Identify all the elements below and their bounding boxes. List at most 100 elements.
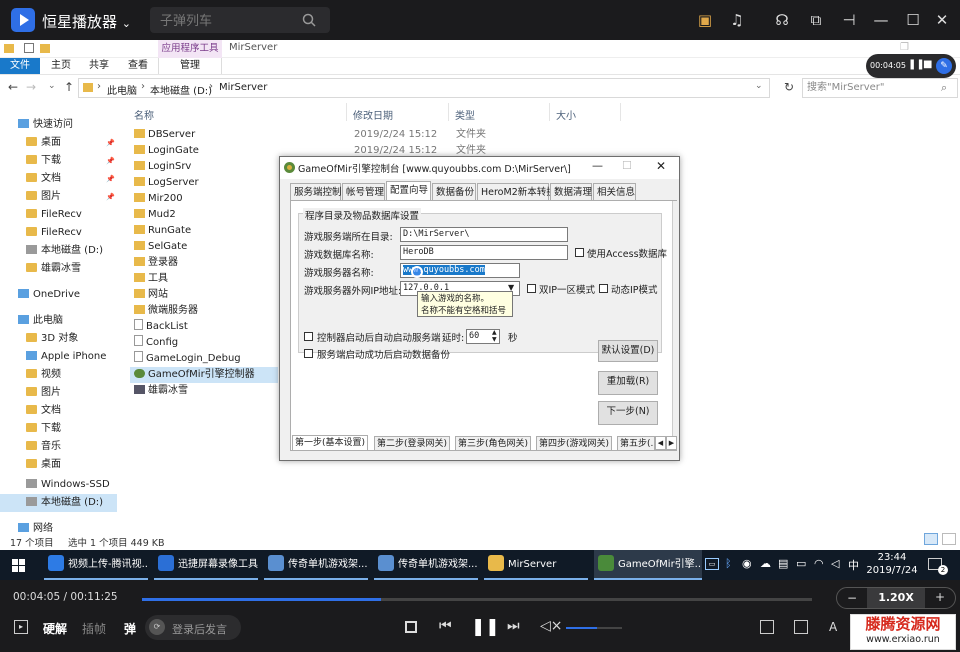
mini-player-overlay[interactable]: 00:04:05 ❚❚ ■ ✎ <box>866 54 956 78</box>
file-row[interactable]: SelGate <box>134 239 284 255</box>
tab-share[interactable]: 共享 <box>80 58 118 74</box>
properties-icon[interactable] <box>24 43 34 53</box>
breadcrumb-mirserver[interactable]: MirServer <box>219 82 267 93</box>
network-icon[interactable]: ▤ <box>778 557 788 570</box>
speed-increase-button[interactable]: + <box>935 590 945 604</box>
comment-input[interactable]: ⟳ 登录后发言 <box>145 615 241 640</box>
volume-tray-icon[interactable]: ◁ <box>831 557 839 570</box>
tab-config-wizard[interactable]: 配置向导 <box>386 181 431 200</box>
frame-insert-button[interactable]: 插帧 <box>82 620 106 637</box>
access-db-checkbox[interactable] <box>575 248 584 257</box>
file-row[interactable]: RunGate <box>134 223 284 239</box>
sidebar-item[interactable]: 本地磁盘 (D:) <box>26 242 103 260</box>
battery-icon[interactable]: ▭ <box>796 557 806 570</box>
sidebar-item[interactable]: 图片 <box>26 384 61 402</box>
taskbar-clock[interactable]: 23:44 2019/7/24 <box>864 551 920 577</box>
recent-chevron-icon[interactable]: ⌄ <box>48 81 56 91</box>
taskbar-app[interactable]: GameOfMir引擎... <box>594 550 702 580</box>
sidebar-item[interactable]: 快速访问 <box>18 116 73 134</box>
file-row[interactable]: 微端服务器 <box>134 303 284 319</box>
tab-file[interactable]: 文件 <box>0 58 40 74</box>
file-row[interactable]: Config <box>134 335 284 351</box>
tab-scroll-right-icon[interactable]: ▶ <box>666 436 677 450</box>
player-app-name[interactable]: 恒星播放器 ⌄ <box>42 11 131 32</box>
headset-icon[interactable]: ☊ <box>773 11 791 29</box>
sidebar-item[interactable]: 文档 <box>26 402 61 420</box>
sidebar-item[interactable]: 音乐 <box>26 438 61 456</box>
sidebar-item[interactable]: FileRecv <box>26 206 82 224</box>
volume-icon[interactable]: ◁× <box>540 618 563 634</box>
step-tab-basic[interactable]: 第一步(基本设置) <box>292 435 369 451</box>
pin-icon[interactable]: 📌 <box>106 170 115 188</box>
default-settings-button[interactable]: 默认设置(D) <box>598 340 658 362</box>
tab-data-cleanup[interactable]: 数据清理 <box>550 183 592 200</box>
sidebar-item[interactable]: Apple iPhone <box>26 348 106 366</box>
details-view-icon[interactable] <box>924 533 938 545</box>
file-row[interactable]: LogServer <box>134 175 284 191</box>
restore-icon[interactable]: ❐ <box>900 42 909 53</box>
file-row[interactable]: Mud2 <box>134 207 284 223</box>
export-icon[interactable] <box>794 620 808 634</box>
dynamic-ip-checkbox[interactable] <box>599 284 608 293</box>
tab-home[interactable]: 主页 <box>42 58 80 74</box>
file-row[interactable]: BackList <box>134 319 284 335</box>
step-tab-login-gate[interactable]: 第二步(登录网关) <box>374 436 451 451</box>
screenshot-icon[interactable]: ⧉ <box>807 11 825 29</box>
next-step-button[interactable]: 下一步(N) <box>598 401 658 425</box>
sidebar-item[interactable]: 下载 📌 <box>26 152 115 170</box>
explorer-search-input[interactable]: 搜索"MirServer" <box>802 78 958 98</box>
file-row[interactable]: LoginGate <box>134 143 284 159</box>
volume-slider[interactable] <box>566 627 622 629</box>
close-icon[interactable]: ✕ <box>656 159 666 173</box>
minimize-icon[interactable]: — <box>872 11 890 29</box>
tab-scroll-left-icon[interactable]: ◀ <box>655 436 666 450</box>
breadcrumb-this-pc[interactable]: 此电脑 <box>107 82 137 97</box>
step-tab-role-gate[interactable]: 第三步(角色网关) <box>455 436 532 451</box>
sidebar-item[interactable]: 下载 <box>26 420 61 438</box>
tray-app-icon[interactable]: ◉ <box>742 557 752 570</box>
taskbar-app[interactable]: 传奇单机游戏架... <box>374 550 478 580</box>
file-row[interactable]: GameLogin_Debug <box>134 351 284 367</box>
sidebar-item[interactable]: FileRecv <box>26 224 82 242</box>
sidebar-item[interactable]: 此电脑 <box>18 312 63 330</box>
column-date[interactable]: 修改日期 <box>353 107 393 122</box>
auto-start-checkbox[interactable] <box>304 332 313 341</box>
breadcrumb-drive-d[interactable]: 本地磁盘 (D:) <box>150 82 212 97</box>
file-row[interactable]: DBServer <box>134 127 284 143</box>
maximize-icon[interactable]: ☐ <box>904 11 922 29</box>
maximize-icon[interactable]: ☐ <box>622 159 632 172</box>
sidebar-item[interactable]: 桌面 <box>26 456 61 474</box>
tab-manage[interactable]: 管理 <box>158 58 222 74</box>
danmaku-toggle-button[interactable]: 弹 <box>124 620 136 637</box>
playlist-icon[interactable]: ▸ <box>14 620 28 634</box>
reload-button[interactable]: 重加载(R) <box>598 371 658 395</box>
bluetooth-icon[interactable]: ᛒ <box>725 557 732 570</box>
progress-track[interactable] <box>142 598 812 601</box>
forward-arrow-icon[interactable]: → <box>26 80 36 94</box>
sidebar-item[interactable]: 本地磁盘 (D:) <box>0 494 117 512</box>
file-row[interactable]: LoginSrv <box>134 159 284 175</box>
file-row[interactable]: 工具 <box>134 271 284 287</box>
column-size[interactable]: 大小 <box>556 107 576 122</box>
cloud-icon[interactable]: ☁ <box>760 557 771 570</box>
sidebar-item[interactable]: 桌面 📌 <box>26 134 115 152</box>
mini-stop-icon[interactable]: ■ <box>923 59 932 70</box>
taskbar-app[interactable]: 传奇单机游戏架... <box>264 550 368 580</box>
taskbar-app[interactable]: 迅捷屏幕录像工具 <box>154 550 258 580</box>
edit-icon[interactable] <box>760 620 774 634</box>
address-bar[interactable]: › 此电脑 › 本地磁盘 (D:) › MirServer ⌄ <box>78 78 770 98</box>
large-icons-view-icon[interactable] <box>942 533 956 545</box>
dual-ip-checkbox[interactable] <box>527 284 536 293</box>
mini-mode-icon[interactable]: ⊣ <box>840 11 858 29</box>
minimize-icon[interactable]: — <box>592 159 603 172</box>
refresh-icon[interactable]: ↻ <box>784 80 794 94</box>
step-tab-fifth[interactable]: 第五步(... <box>617 436 655 451</box>
tab-server-control[interactable]: 服务端控制 <box>290 183 342 200</box>
subtitle-icon[interactable]: A <box>829 620 837 634</box>
db-name-input[interactable]: HeroDB <box>400 245 568 260</box>
tab-about[interactable]: 相关信息 <box>593 183 636 200</box>
gift-icon[interactable]: ▣ <box>696 11 714 29</box>
ime-indicator[interactable]: 中 <box>848 557 859 573</box>
player-search-input[interactable]: 子弹列车 <box>150 7 330 33</box>
new-folder-icon[interactable] <box>40 44 50 53</box>
